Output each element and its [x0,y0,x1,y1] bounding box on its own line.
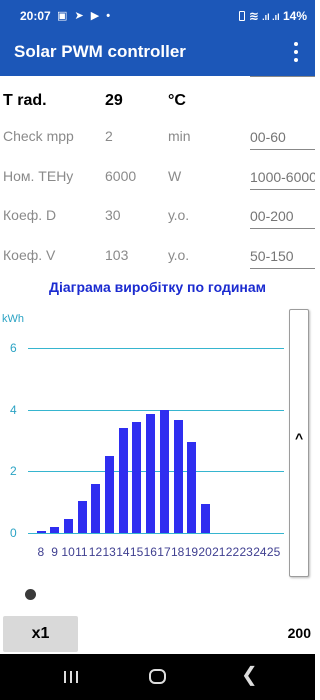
zoom-button[interactable]: x1 [3,616,78,652]
x-tick-label: 25 [266,545,281,559]
status-time: 20:07 [20,9,51,23]
scrolled-row [0,76,315,84]
status-right: ≋ .ıl .ıl 14% [239,9,307,23]
param-input[interactable] [250,203,315,229]
x-tick-label: 8 [37,545,45,559]
status-bar: 20:07 ▣ ➤ ▶ • ≋ .ıl .ıl 14% [0,0,315,32]
param-unit: у.о. [168,207,190,223]
notification-icons: ▣ ➤ ▶ • [57,10,113,22]
y-tick-label: 4 [10,402,17,417]
x-tick-label: 11 [75,545,88,559]
param-value: 2 [105,128,113,144]
x-tick-label: 20 [198,545,212,559]
y-tick-label: 6 [10,341,17,355]
system-nav-bar: ❮ [0,654,315,700]
app-bar: Solar PWM controller [0,32,315,76]
wifi-icon: ≋ [248,9,259,23]
caret-up-icon[interactable]: ^ [295,430,303,446]
chart-bar [173,420,183,533]
gridline [28,348,284,349]
y-tick-label: 2 [10,464,17,479]
chart-bar [63,519,73,533]
gridline [28,471,284,473]
slider-thumb[interactable] [25,589,36,600]
gridline [28,533,284,534]
recent-apps-icon[interactable] [64,671,78,683]
chart-bar [77,500,87,533]
more-vert-icon[interactable] [289,40,303,64]
back-icon[interactable]: ❮ [241,665,258,685]
param-input[interactable] [250,124,315,150]
param-label: T rad. [3,92,47,109]
battery-percent: 14% [282,9,307,23]
param-row-check-mpp: Check mpp 2 min [0,122,315,152]
battery-saver-icon [239,11,246,21]
gridline [28,409,284,411]
x-tick-label: 22 [225,545,240,559]
count-value: 200 [287,625,311,641]
chart-bar [159,409,169,533]
x-tick-label: 21 [212,545,226,559]
param-value: 30 [105,207,121,223]
param-unit: у.о. [168,247,190,263]
param-input[interactable] [250,243,315,269]
param-value: 103 [105,247,129,263]
param-unit: W [168,168,182,184]
param-value: 29 [105,92,123,109]
param-label: Коеф. V [3,247,56,263]
chart-bar [50,526,60,533]
param-input[interactable] [250,164,315,190]
chart-bar [91,483,101,533]
param-row-power: Ном. ТЕНу 6000 W [0,162,315,192]
chart-bar [118,428,128,533]
y-tick-label: 0 [10,526,17,540]
param-label: Ном. ТЕНу [3,168,74,184]
x-tick-label: 23 [239,545,253,559]
x-tick-label: 15 [129,545,144,559]
chart-title: Діаграма виробітку по годинам [48,279,267,295]
app-title: Solar PWM controller [14,42,186,61]
chart-bar [36,531,46,533]
chart-bar [105,455,114,533]
side-panel-toggle[interactable]: ^ [289,309,309,577]
x-tick-label: 17 [157,545,171,559]
param-unit: °C [168,92,186,109]
param-row-coef-v: Коеф. V 103 у.о. [0,241,315,271]
param-label: Check mpp [3,128,74,144]
x-tick-label: 18 [171,545,185,559]
home-icon[interactable] [149,669,166,684]
x-tick-label: 10 [61,545,75,559]
chart-bar [132,422,142,533]
x-tick-label: 14 [116,545,130,559]
y-axis-label: kWh [2,313,24,325]
param-label: Коеф. D [3,207,57,223]
x-tick-label: 24 [253,545,267,559]
param-row-trad: T rad. 29 °C [0,86,315,116]
chart-bar [200,503,210,533]
x-tick-label: 12 [88,545,103,559]
chart-bar [146,414,156,533]
x-tick-label: 9 [51,545,58,559]
param-row-coef-d: Коеф. D 30 у.о. [0,201,315,231]
param-value: 6000 [105,168,137,184]
x-tick-label: 19 [184,545,199,559]
param-unit: min [168,128,191,144]
x-tick-label: 13 [102,545,116,559]
slider-track[interactable] [30,593,310,595]
chart-bar [187,442,197,533]
input-underline [250,76,315,77]
x-tick-label: 16 [143,545,157,559]
signal-icon: .ıl .ıl [262,12,280,22]
